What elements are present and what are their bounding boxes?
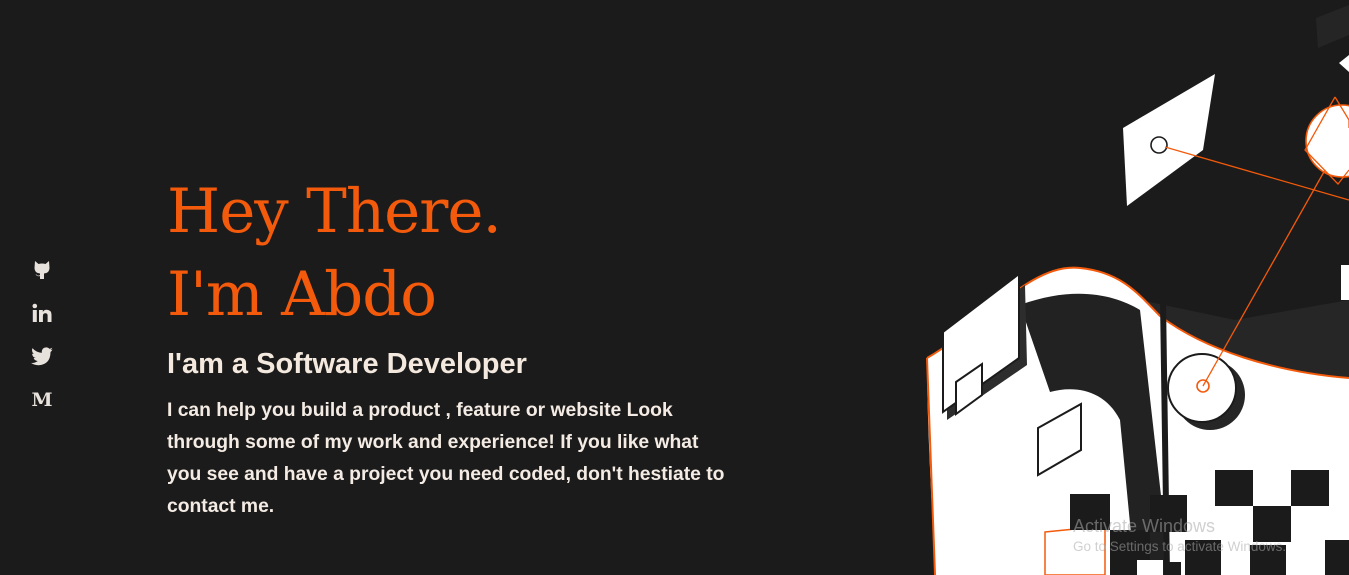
hero-illustration xyxy=(926,5,1349,575)
hero-intro: I can help you build a product , feature… xyxy=(167,400,725,517)
hero-role: I'am a Software Developer xyxy=(167,348,527,380)
medium-glyph: M xyxy=(31,388,53,411)
medium-icon[interactable]: M xyxy=(31,389,53,411)
linkedin-icon[interactable] xyxy=(31,302,53,324)
social-links: M xyxy=(30,258,54,432)
greeting-line-1: Hey There. xyxy=(167,176,502,247)
twitter-icon[interactable] xyxy=(31,345,53,367)
greeting-line-2: I'm Abdo xyxy=(167,259,437,330)
hero-greeting: Hey There. I'm Abdo xyxy=(167,170,747,336)
github-icon[interactable] xyxy=(31,258,53,280)
hero-section: Hey There. I'm Abdo I'am a Software Deve… xyxy=(167,170,747,523)
